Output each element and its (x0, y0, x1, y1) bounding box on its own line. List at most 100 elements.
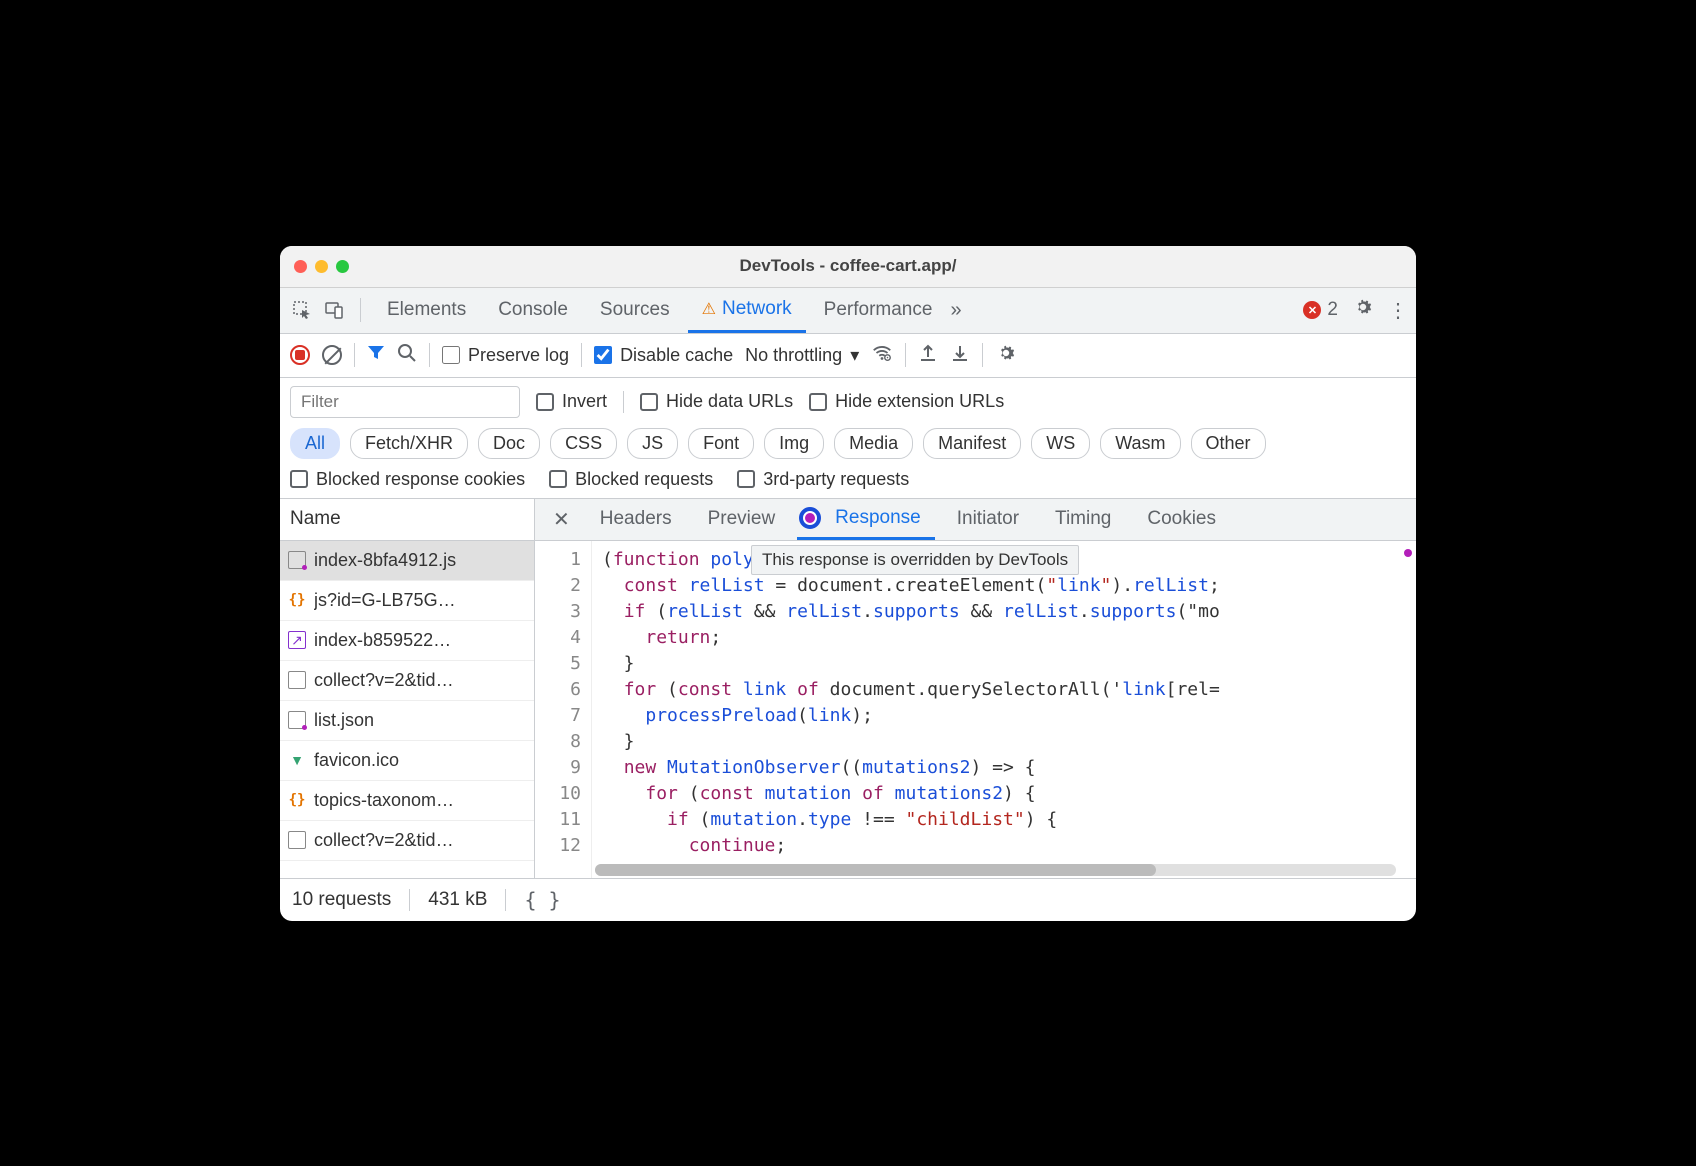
network-toolbar: Preserve log Disable cache No throttling… (280, 334, 1416, 378)
tab-response[interactable]: Response (797, 499, 935, 540)
css-file-icon: ↗ (288, 631, 306, 649)
search-icon[interactable] (397, 343, 417, 368)
request-row[interactable]: collect?v=2&tid… (280, 661, 534, 701)
chip-img[interactable]: Img (764, 428, 824, 459)
transfer-size: 431 kB (428, 889, 487, 911)
third-party-checkbox[interactable]: 3rd-party requests (737, 469, 909, 490)
more-menu-icon[interactable]: ⋮ (1388, 298, 1408, 323)
tab-network[interactable]: Network (688, 288, 806, 333)
request-name: index-8bfa4912.js (314, 550, 456, 571)
download-icon[interactable] (950, 343, 970, 368)
chip-js[interactable]: JS (627, 428, 678, 459)
pretty-print-button[interactable]: { } (524, 888, 560, 912)
hide-data-label: Hide data URLs (666, 391, 793, 412)
device-toggle-icon[interactable] (320, 296, 348, 324)
chip-other[interactable]: Other (1191, 428, 1266, 459)
response-code[interactable]: 123456789101112 (function polyfil const … (535, 541, 1416, 878)
request-count: 10 requests (292, 889, 391, 911)
network-settings-gear-icon[interactable] (995, 342, 1017, 369)
chip-font[interactable]: Font (688, 428, 754, 459)
disable-cache-checkbox[interactable]: Disable cache (594, 345, 733, 366)
json-icon: {} (288, 791, 306, 809)
filter-bar: Invert Hide data URLs Hide extension URL… (280, 378, 1416, 499)
detail-tabs: ✕ Headers Preview Response Initiator Tim… (535, 499, 1416, 541)
preserve-log-checkbox[interactable]: Preserve log (442, 345, 569, 366)
tab-elements[interactable]: Elements (373, 288, 480, 333)
chip-all[interactable]: All (290, 428, 340, 459)
main-area: Name index-8bfa4912.js {}js?id=G-LB75G… … (280, 499, 1416, 879)
line-gutter: 123456789101112 (535, 541, 591, 878)
tab-console[interactable]: Console (484, 288, 582, 333)
filter-icon[interactable] (367, 344, 385, 367)
js-file-icon (288, 551, 306, 569)
request-row[interactable]: list.json (280, 701, 534, 741)
chip-wasm[interactable]: Wasm (1100, 428, 1180, 459)
script-icon: {} (288, 591, 306, 609)
request-name: index-b859522… (314, 630, 451, 651)
request-name: list.json (314, 710, 374, 731)
clear-button[interactable] (322, 345, 342, 365)
record-button[interactable] (290, 345, 310, 365)
blocked-req-label: Blocked requests (575, 469, 713, 490)
request-row[interactable]: collect?v=2&tid… (280, 821, 534, 861)
separator (354, 343, 355, 367)
network-conditions-icon[interactable] (871, 342, 893, 369)
more-tabs-icon[interactable]: » (950, 299, 961, 322)
upload-icon[interactable] (918, 343, 938, 368)
tab-sources[interactable]: Sources (586, 288, 684, 333)
horizontal-scrollbar[interactable] (595, 864, 1396, 876)
tab-headers[interactable]: Headers (586, 499, 686, 540)
traffic-lights (280, 260, 349, 273)
window-title: DevTools - coffee-cart.app/ (280, 256, 1416, 276)
throttling-value: No throttling (745, 345, 842, 366)
close-detail-icon[interactable]: ✕ (545, 507, 578, 532)
filter-input[interactable] (290, 386, 520, 418)
chip-css[interactable]: CSS (550, 428, 617, 459)
tab-timing[interactable]: Timing (1041, 499, 1125, 540)
tab-cookies[interactable]: Cookies (1133, 499, 1230, 540)
settings-gear-icon[interactable] (1352, 296, 1374, 324)
inspect-element-icon[interactable] (288, 296, 316, 324)
tab-initiator[interactable]: Initiator (943, 499, 1033, 540)
chip-ws[interactable]: WS (1031, 428, 1090, 459)
scrollbar-thumb[interactable] (595, 864, 1156, 876)
minimize-window-button[interactable] (315, 260, 328, 273)
chip-manifest[interactable]: Manifest (923, 428, 1021, 459)
chip-doc[interactable]: Doc (478, 428, 540, 459)
tab-preview[interactable]: Preview (694, 499, 790, 540)
throttling-select[interactable]: No throttling ▾ (745, 345, 859, 366)
type-filter-chips: All Fetch/XHR Doc CSS JS Font Img Media … (290, 428, 1406, 459)
hide-data-urls-checkbox[interactable]: Hide data URLs (640, 391, 793, 412)
override-marker-icon (799, 507, 821, 529)
request-rows: index-8bfa4912.js {}js?id=G-LB75G… ↗ inde… (280, 541, 534, 878)
blocked-requests-checkbox[interactable]: Blocked requests (549, 469, 713, 490)
scrollbar-marker (1404, 549, 1412, 557)
status-bar: 10 requests 431 kB { } (280, 879, 1416, 921)
column-header-name[interactable]: Name (280, 499, 534, 541)
error-count[interactable]: 2 (1303, 299, 1338, 321)
blocked-cookies-checkbox[interactable]: Blocked response cookies (290, 469, 525, 490)
separator (581, 343, 582, 367)
request-list: Name index-8bfa4912.js {}js?id=G-LB75G… … (280, 499, 535, 878)
tab-performance[interactable]: Performance (810, 288, 947, 333)
chip-media[interactable]: Media (834, 428, 913, 459)
request-row[interactable]: {}js?id=G-LB75G… (280, 581, 534, 621)
devtools-window: DevTools - coffee-cart.app/ Elements Con… (280, 246, 1416, 921)
separator (905, 343, 906, 367)
chip-fetch-xhr[interactable]: Fetch/XHR (350, 428, 468, 459)
request-row[interactable]: ▼favicon.ico (280, 741, 534, 781)
json-file-icon (288, 711, 306, 729)
disable-cache-label: Disable cache (620, 345, 733, 366)
request-row[interactable]: {}topics-taxonom… (280, 781, 534, 821)
code-content[interactable]: (function polyfil const relList = docume… (591, 541, 1416, 878)
zoom-window-button[interactable] (336, 260, 349, 273)
invert-checkbox[interactable]: Invert (536, 391, 607, 412)
request-row[interactable]: index-8bfa4912.js (280, 541, 534, 581)
hide-extension-urls-checkbox[interactable]: Hide extension URLs (809, 391, 1004, 412)
third-party-label: 3rd-party requests (763, 469, 909, 490)
close-window-button[interactable] (294, 260, 307, 273)
hide-ext-label: Hide extension URLs (835, 391, 1004, 412)
separator (429, 343, 430, 367)
request-row[interactable]: ↗ index-b859522… (280, 621, 534, 661)
doc-file-icon (288, 831, 306, 849)
